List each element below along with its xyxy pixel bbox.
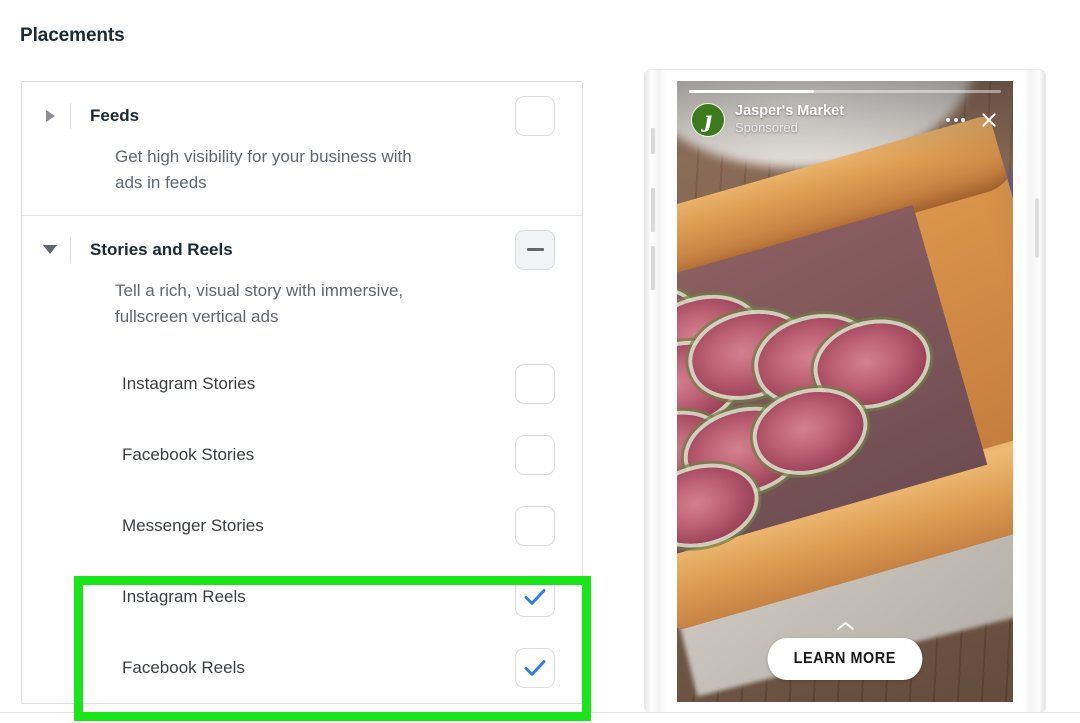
placements-panel: Feeds Get high visibility for your busin…	[21, 81, 583, 705]
story-progress-bar	[689, 90, 1001, 93]
checkbox-cell-feeds[interactable]	[502, 96, 582, 136]
story-header-actions	[945, 110, 999, 130]
caret-right-icon-cell[interactable]	[22, 110, 70, 122]
chevron-up-icon[interactable]	[836, 621, 855, 631]
checkbox-instagram-stories[interactable]	[515, 363, 555, 404]
placement-group-feeds: Feeds Get high visibility for your busin…	[22, 82, 582, 215]
sponsored-label: Sponsored	[735, 119, 798, 135]
group-divider	[70, 103, 71, 129]
placement-item-label: Instagram Reels	[122, 586, 246, 606]
placement-item-instagram-reels[interactable]: Instagram Reels	[22, 561, 582, 632]
brand-logo-icon: ȷ	[691, 103, 725, 137]
checkbox-facebook-reels[interactable]	[515, 647, 555, 688]
checkbox-instagram-reels[interactable]	[515, 576, 555, 617]
phone-button-power	[1035, 198, 1039, 258]
ad-creative-image	[677, 81, 1013, 702]
indeterminate-dash-icon	[526, 248, 544, 252]
checkbox-feeds[interactable]	[515, 96, 555, 136]
phone-button-volume-up	[651, 188, 655, 232]
phone-button-volume-down	[651, 246, 655, 290]
caret-down-icon-cell[interactable]	[22, 245, 70, 255]
story-progress-fill	[689, 90, 814, 93]
caret-down-icon[interactable]	[43, 245, 57, 255]
ellipsis-icon[interactable]	[945, 114, 966, 126]
phone-button-silent	[651, 128, 655, 154]
placement-item-label: Facebook Stories	[122, 444, 255, 464]
page-title: Placements	[20, 25, 125, 46]
checkbox-stories-and-reels[interactable]	[515, 229, 555, 270]
checkmark-icon	[524, 589, 546, 605]
brand-logo-glyph: ȷ	[704, 106, 712, 133]
placement-item-label: Messenger Stories	[122, 515, 264, 535]
checkbox-cell-facebook-reels[interactable]	[502, 647, 582, 688]
caret-right-icon[interactable]	[45, 110, 55, 122]
brand-name: Jasper's Market	[735, 103, 845, 120]
placement-item-messenger-stories[interactable]: Messenger Stories	[22, 490, 582, 561]
ad-preview-phone: ȷ Jasper's Market Sponsored LEARN MORE	[645, 70, 1045, 712]
story-header: ȷ Jasper's Market Sponsored	[691, 103, 999, 137]
placement-group-stories-and-reels-header[interactable]: Stories and Reels	[22, 216, 582, 270]
brand-text-block: Jasper's Market Sponsored	[735, 103, 945, 137]
cta-area: LEARN MORE	[677, 621, 1013, 680]
phone-screen: ȷ Jasper's Market Sponsored LEARN MORE	[677, 81, 1013, 702]
placement-item-facebook-stories[interactable]: Facebook Stories	[22, 419, 582, 490]
checkbox-cell-instagram-reels[interactable]	[502, 576, 582, 617]
placement-group-stories-and-reels-description: Tell a rich, visual story with immersive…	[115, 280, 404, 327]
placement-group-feeds-title: Feeds	[90, 106, 140, 125]
bottom-divider	[0, 712, 1080, 713]
checkbox-cell-stories-and-reels[interactable]	[502, 229, 582, 270]
checkbox-cell-facebook-stories[interactable]	[502, 434, 582, 475]
placement-item-label: Instagram Stories	[122, 373, 256, 393]
placement-item-facebook-reels[interactable]: Facebook Reels	[22, 632, 582, 703]
placement-group-feeds-header[interactable]: Feeds	[22, 82, 582, 136]
checkmark-icon	[524, 660, 546, 676]
learn-more-button[interactable]: LEARN MORE	[767, 638, 923, 680]
placement-group-stories-and-reels-title: Stories and Reels	[90, 239, 233, 259]
checkbox-facebook-stories[interactable]	[515, 434, 555, 475]
group-divider	[70, 236, 71, 263]
placement-item-label: Facebook Reels	[122, 657, 245, 677]
checkbox-cell-instagram-stories[interactable]	[502, 363, 582, 404]
placement-item-instagram-stories[interactable]: Instagram Stories	[22, 348, 582, 419]
checkbox-cell-messenger-stories[interactable]	[502, 505, 582, 546]
placement-group-feeds-description: Get high visibility for your business wi…	[115, 147, 412, 193]
checkbox-messenger-stories[interactable]	[515, 505, 555, 546]
close-icon[interactable]	[979, 110, 999, 130]
placement-group-stories-and-reels: Stories and Reels Tell a rich, visual st…	[22, 214, 582, 704]
